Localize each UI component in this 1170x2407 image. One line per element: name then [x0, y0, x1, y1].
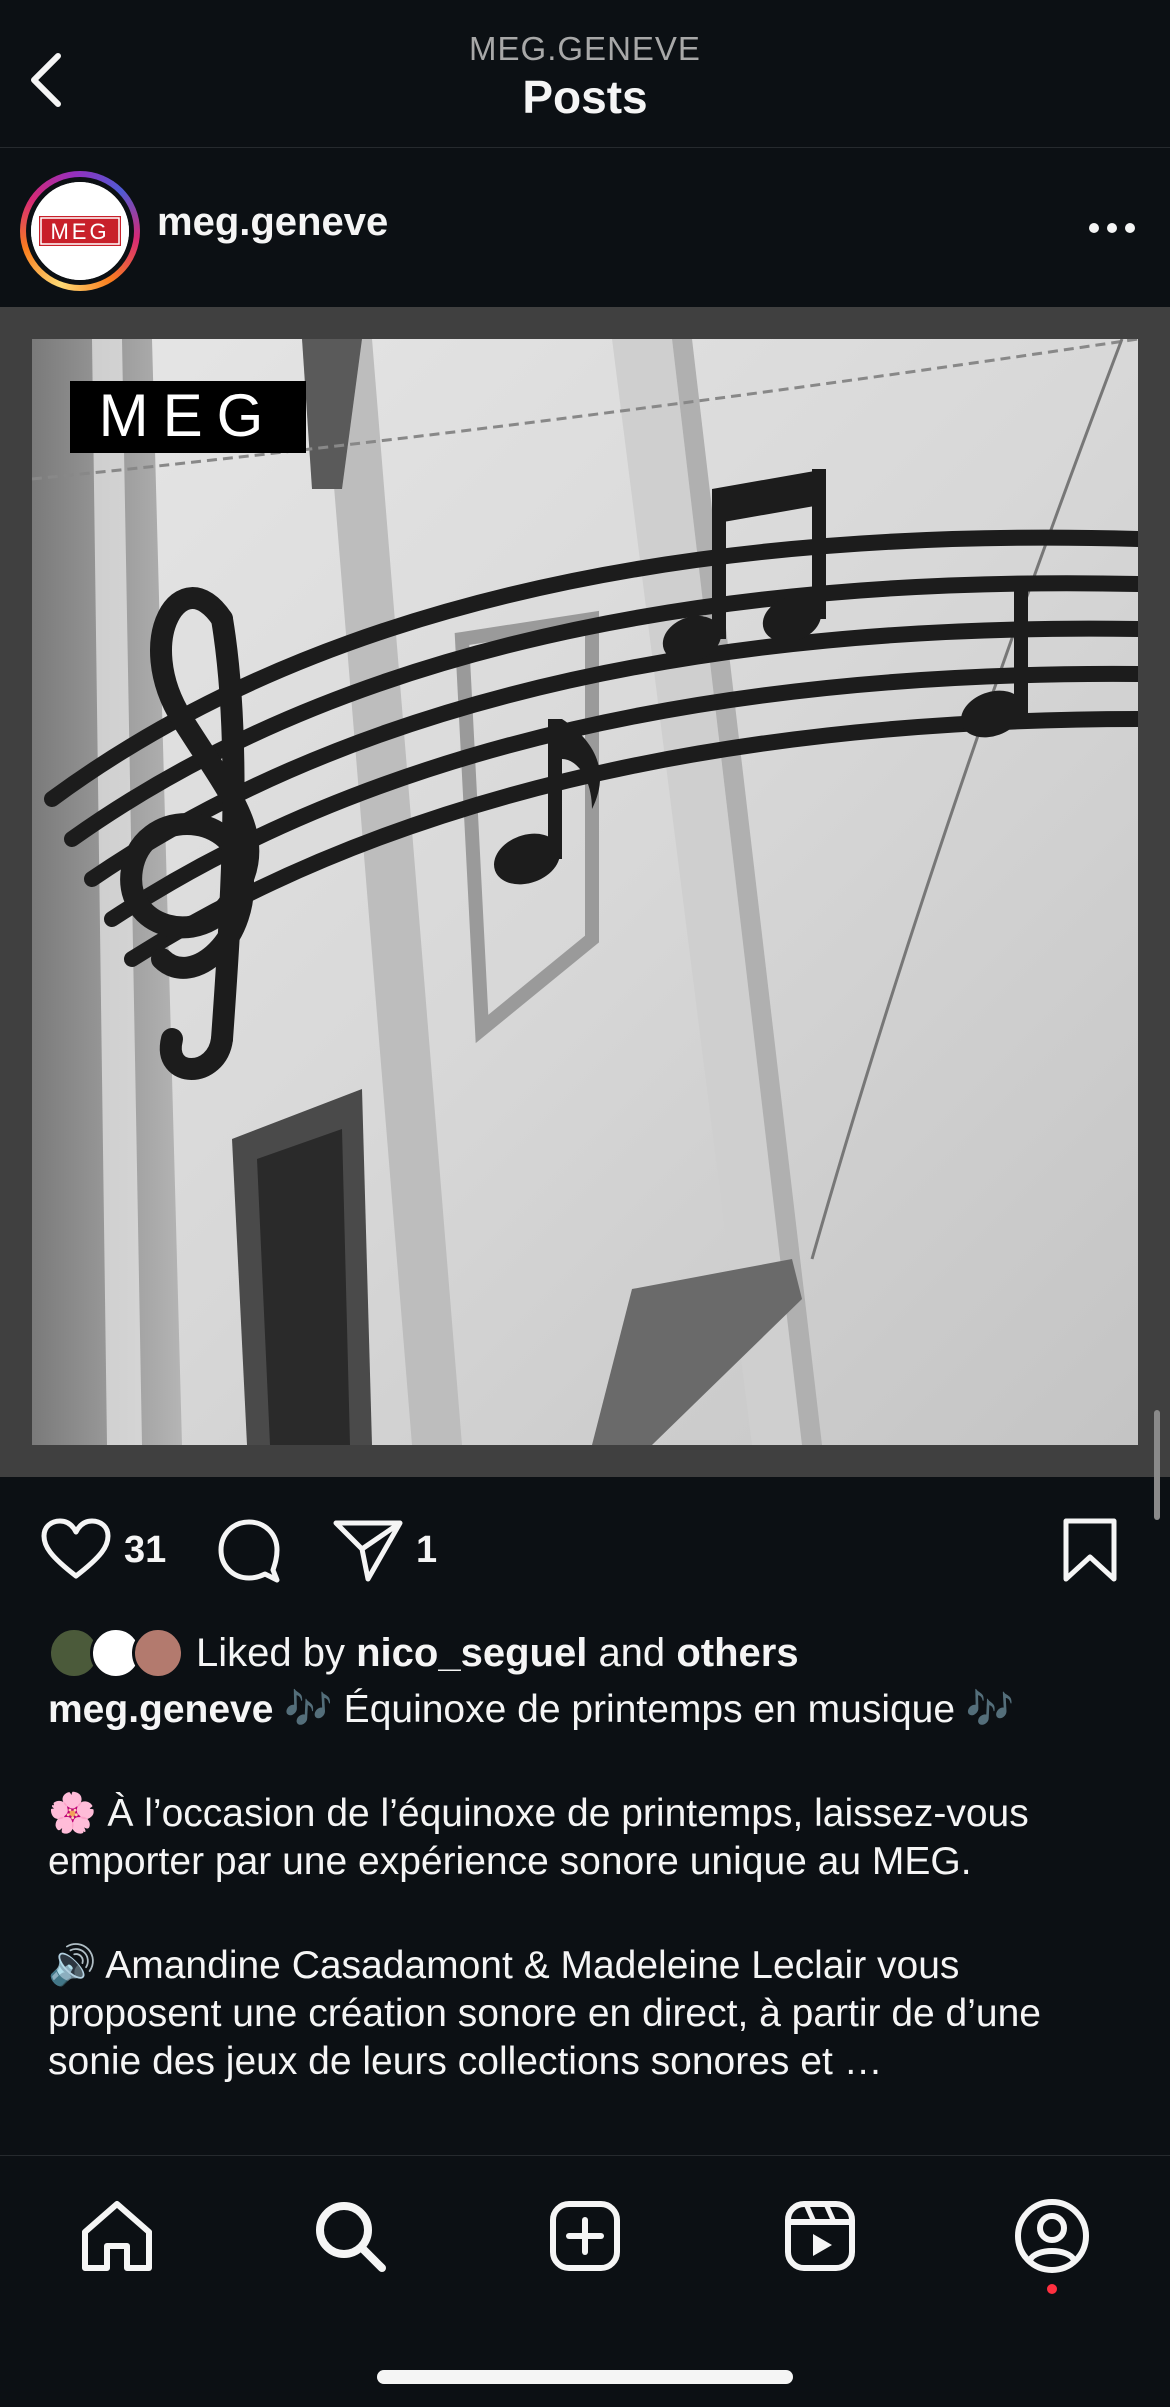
nav-create[interactable] [545, 2196, 625, 2276]
like-count[interactable]: 31 [124, 1529, 166, 1572]
svg-text:MEG: MEG [50, 219, 109, 244]
liked-by-others[interactable]: others [676, 1631, 798, 1675]
comment-button[interactable] [215, 1500, 283, 1600]
avatar [132, 1627, 184, 1679]
create-icon [550, 2201, 620, 2271]
home-icon [82, 2201, 152, 2271]
meg-logo: MEG [31, 182, 129, 280]
post-username[interactable]: meg.geneve [157, 200, 388, 245]
liked-by-prefix: Liked by [196, 1630, 345, 1675]
caption-paragraph: 🔊 Amandine Casadamont & Madeleine Leclai… [48, 1944, 1041, 2083]
nav-search[interactable] [310, 2196, 390, 2276]
liked-avatars [48, 1625, 188, 1681]
post-caption: meg.geneve 🎶 Équinoxe de printemps en mu… [48, 1686, 1128, 2086]
svg-text:MEG: MEG [99, 382, 278, 449]
share-count: 1 [416, 1528, 438, 1571]
liked-by[interactable]: Liked by nico_seguel and others [48, 1625, 799, 1681]
search-icon [316, 2202, 386, 2272]
share-action[interactable]: 1 [332, 1500, 437, 1600]
heart-icon [41, 1518, 111, 1579]
caption-title: 🎶 Équinoxe de printemps en musique 🎶 [284, 1688, 1015, 1731]
home-indicator [377, 2370, 793, 2384]
nav-profile[interactable] [1012, 2196, 1092, 2276]
top-bar: MEG.GENEVE Posts [0, 0, 1170, 148]
reels-icon [785, 2201, 855, 2271]
nav-reels[interactable] [780, 2196, 860, 2276]
bookmark-icon [1063, 1518, 1117, 1582]
liked-by-text: Liked by nico_seguel and others [196, 1631, 799, 1676]
profile-icon [1015, 2199, 1089, 2273]
caption-username[interactable]: meg.geneve [48, 1688, 273, 1731]
music-sign-photo: MEG [32, 339, 1138, 1445]
post-image[interactable]: MEG [0, 307, 1170, 1477]
account-name: MEG.GENEVE [469, 30, 701, 67]
save-button[interactable] [1060, 1500, 1120, 1600]
comment-icon [218, 1519, 280, 1583]
caption-paragraph: 🌸 À l’occasion de l’équinoxe de printemp… [48, 1792, 1029, 1883]
send-icon [333, 1520, 403, 1582]
avatar[interactable]: MEG [20, 171, 140, 291]
post-actions: 31 1 [0, 1500, 1170, 1600]
post-header: MEG meg.geneve [0, 150, 1170, 305]
page-title: Posts [522, 71, 648, 123]
liked-by-and: and [598, 1630, 666, 1675]
liked-by-user[interactable]: nico_seguel [356, 1631, 587, 1675]
notification-dot [1047, 2284, 1057, 2294]
more-horizontal-icon [1089, 223, 1135, 233]
like-action[interactable]: 31 [40, 1500, 166, 1600]
nav-home[interactable] [77, 2196, 157, 2276]
more-options-button[interactable] [1084, 208, 1140, 248]
